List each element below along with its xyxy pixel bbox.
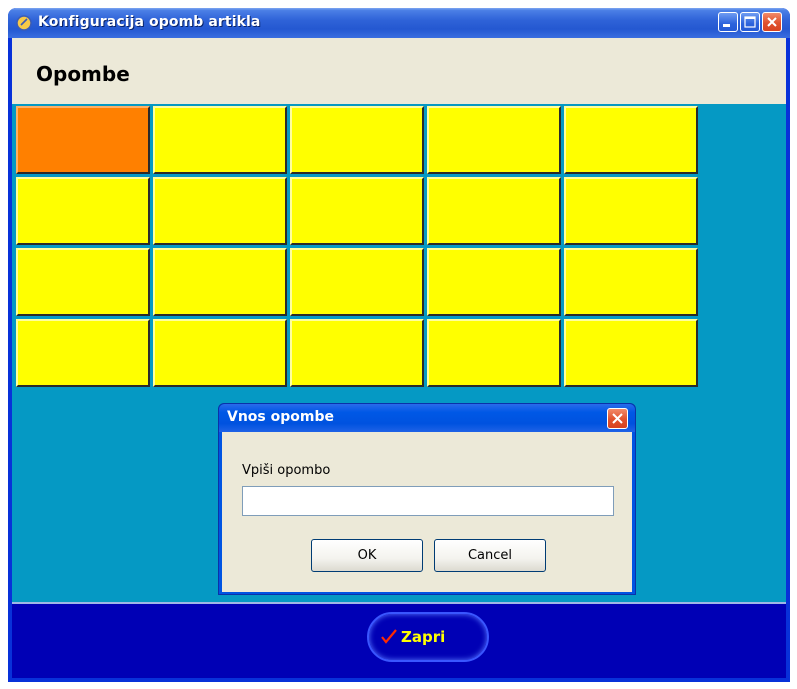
dialog-title-bar[interactable]: Vnos opombe [219, 404, 635, 432]
window-title: Konfiguracija opomb artikla [38, 14, 261, 30]
note-cell[interactable] [153, 177, 287, 245]
close-button-label: Zapri [401, 628, 446, 646]
note-cell[interactable] [427, 319, 561, 387]
maximize-button[interactable] [740, 12, 760, 32]
note-cell[interactable] [153, 106, 287, 174]
maximize-icon [744, 16, 756, 28]
dialog-close-button[interactable] [607, 408, 628, 429]
header-band: Opombe [12, 38, 786, 104]
note-cell[interactable] [427, 248, 561, 316]
note-cell[interactable] [564, 177, 698, 245]
page-title: Opombe [36, 62, 130, 86]
note-cell[interactable] [16, 106, 150, 174]
note-cell[interactable] [290, 106, 424, 174]
close-button[interactable]: Zapri [367, 612, 489, 662]
note-cell[interactable] [564, 248, 698, 316]
note-cell[interactable] [427, 177, 561, 245]
note-cell[interactable] [290, 177, 424, 245]
title-bar[interactable]: Konfiguracija opomb artikla [8, 8, 790, 38]
app-icon [16, 15, 32, 31]
ok-button[interactable]: OK [311, 539, 423, 572]
note-cell[interactable] [16, 319, 150, 387]
note-cell[interactable] [16, 177, 150, 245]
note-label: Vpiši opombo [242, 463, 331, 478]
note-entry-dialog: Vnos opombe Vpiši opombo OK Cancel [218, 403, 636, 595]
close-icon [612, 413, 623, 424]
dialog-title: Vnos opombe [227, 409, 334, 425]
dialog-body: Vpiši opombo OK Cancel [222, 432, 632, 592]
window-close-button[interactable] [762, 12, 782, 32]
main-window: Konfiguracija opomb artikla Opombe Zapri… [8, 8, 790, 682]
note-cell[interactable] [564, 106, 698, 174]
close-icon [767, 17, 777, 27]
note-cell[interactable] [427, 106, 561, 174]
check-icon [381, 629, 397, 644]
note-cell[interactable] [290, 319, 424, 387]
minimize-button[interactable] [718, 12, 738, 32]
note-cell[interactable] [16, 248, 150, 316]
cancel-button[interactable]: Cancel [434, 539, 546, 572]
note-input[interactable] [242, 486, 614, 516]
bottom-bar: Zapri [12, 602, 786, 678]
note-cell[interactable] [564, 319, 698, 387]
minimize-icon [723, 24, 730, 27]
note-cell[interactable] [153, 248, 287, 316]
note-cell[interactable] [290, 248, 424, 316]
note-cell[interactable] [153, 319, 287, 387]
